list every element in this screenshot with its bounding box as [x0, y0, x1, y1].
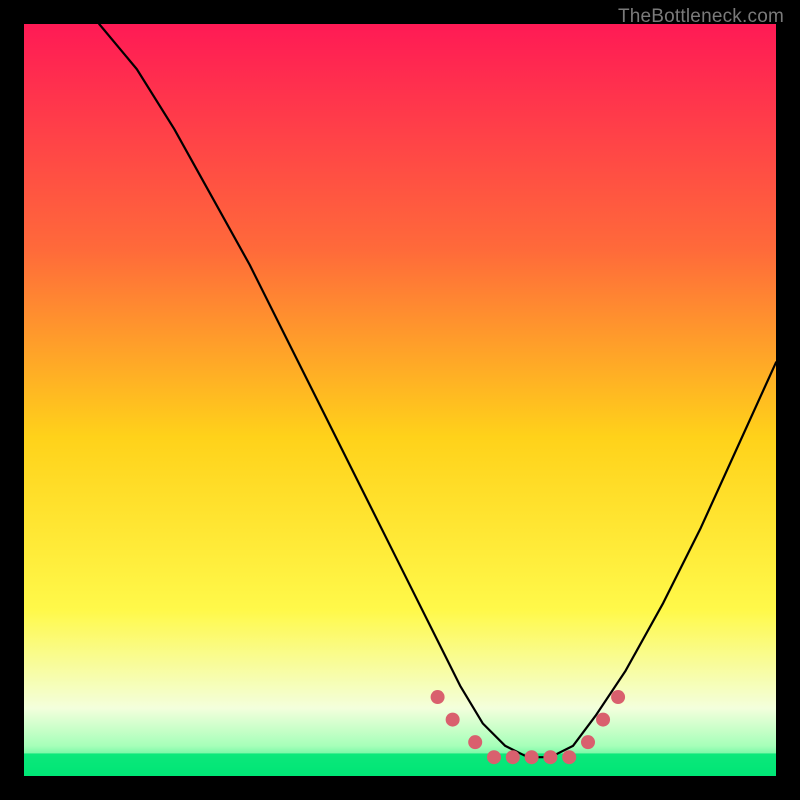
highlight-marker: [525, 750, 539, 764]
highlight-marker: [468, 735, 482, 749]
plot-area: [24, 24, 776, 776]
highlight-marker: [506, 750, 520, 764]
highlight-marker: [543, 750, 557, 764]
gradient-background: [24, 24, 776, 776]
highlight-marker: [487, 750, 501, 764]
highlight-marker: [581, 735, 595, 749]
highlight-marker: [611, 690, 625, 704]
highlight-marker: [596, 713, 610, 727]
green-optimal-band: [24, 753, 776, 776]
chart-container: TheBottleneck.com: [0, 0, 800, 800]
watermark-label: TheBottleneck.com: [618, 6, 784, 28]
highlight-marker: [431, 690, 445, 704]
chart-svg: [24, 24, 776, 776]
highlight-marker: [562, 750, 576, 764]
highlight-marker: [446, 713, 460, 727]
